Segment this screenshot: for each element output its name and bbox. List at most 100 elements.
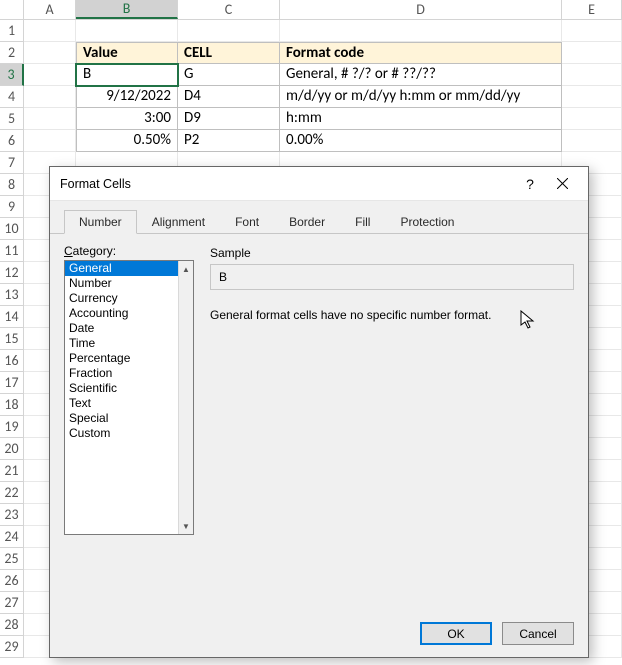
row-header-15[interactable]: 15 <box>0 328 24 350</box>
category-item-time[interactable]: Time <box>65 336 178 351</box>
close-button[interactable] <box>546 172 578 196</box>
dialog-title: Format Cells <box>60 177 514 191</box>
tab-font[interactable]: Font <box>220 210 274 234</box>
cell-D6[interactable]: 0.00% <box>280 130 562 152</box>
category-item-date[interactable]: Date <box>65 321 178 336</box>
cell-C5[interactable]: D9 <box>178 108 280 130</box>
cell-B5[interactable]: 3:00 <box>76 108 178 130</box>
category-column: Category: GeneralNumberCurrencyAccountin… <box>64 244 194 607</box>
category-item-general[interactable]: General <box>65 261 178 276</box>
row-header-20[interactable]: 20 <box>0 438 24 460</box>
cell-D2[interactable]: Format code <box>280 42 562 64</box>
row-header-17[interactable]: 17 <box>0 372 24 394</box>
cell-E6[interactable] <box>562 130 622 152</box>
col-header-B[interactable]: B <box>76 0 178 19</box>
cell-C2[interactable]: CELL <box>178 42 280 64</box>
cell-D3[interactable]: General, # ?/? or # ??/?? <box>280 64 562 86</box>
category-item-currency[interactable]: Currency <box>65 291 178 306</box>
listbox-scrollbar[interactable]: ▲ ▼ <box>178 261 193 534</box>
help-button[interactable]: ? <box>514 172 546 196</box>
category-item-text[interactable]: Text <box>65 396 178 411</box>
row-header-9[interactable]: 9 <box>0 196 24 218</box>
details-column: Sample B General format cells have no sp… <box>210 244 574 607</box>
row-header-18[interactable]: 18 <box>0 394 24 416</box>
scroll-down-icon[interactable]: ▼ <box>179 518 193 534</box>
category-item-custom[interactable]: Custom <box>65 426 178 441</box>
category-item-fraction[interactable]: Fraction <box>65 366 178 381</box>
cell-A2[interactable] <box>24 42 76 64</box>
cell-A5[interactable] <box>24 108 76 130</box>
dialog-footer: OK Cancel <box>420 622 574 645</box>
col-header-E[interactable]: E <box>562 0 622 19</box>
sample-value: B <box>219 270 227 284</box>
row-header-16[interactable]: 16 <box>0 350 24 372</box>
row-header-6[interactable]: 6 <box>0 130 24 152</box>
cell-C4[interactable]: D4 <box>178 86 280 108</box>
row-header-21[interactable]: 21 <box>0 460 24 482</box>
row-header-11[interactable]: 11 <box>0 240 24 262</box>
cell-C3[interactable]: G <box>178 64 280 86</box>
tab-border[interactable]: Border <box>274 210 340 234</box>
row-header-27[interactable]: 27 <box>0 592 24 614</box>
tab-protection[interactable]: Protection <box>385 210 469 234</box>
row-header-10[interactable]: 10 <box>0 218 24 240</box>
cell-E2[interactable] <box>562 42 622 64</box>
cell-E3[interactable] <box>562 64 622 86</box>
cell-A4[interactable] <box>24 86 76 108</box>
col-header-A[interactable]: A <box>24 0 76 19</box>
row-header-23[interactable]: 23 <box>0 504 24 526</box>
row-header-12[interactable]: 12 <box>0 262 24 284</box>
category-item-percentage[interactable]: Percentage <box>65 351 178 366</box>
format-cells-dialog: Format Cells ? NumberAlignmentFontBorder… <box>49 166 589 658</box>
row-header-13[interactable]: 13 <box>0 284 24 306</box>
cell-A1[interactable] <box>24 20 76 42</box>
row-header-26[interactable]: 26 <box>0 570 24 592</box>
col-header-C[interactable]: C <box>178 0 280 19</box>
scroll-up-icon[interactable]: ▲ <box>179 261 193 277</box>
row-header-29[interactable]: 29 <box>0 636 24 658</box>
cell-E5[interactable] <box>562 108 622 130</box>
row-header-5[interactable]: 5 <box>0 108 24 130</box>
category-listbox[interactable]: GeneralNumberCurrencyAccountingDateTimeP… <box>64 260 194 535</box>
cell-A3[interactable] <box>24 64 76 86</box>
cell-B6[interactable]: 0.50% <box>76 130 178 152</box>
cell-C1[interactable] <box>178 20 280 42</box>
select-all-corner[interactable] <box>0 0 24 19</box>
row-header-7[interactable]: 7 <box>0 152 24 174</box>
category-item-number[interactable]: Number <box>65 276 178 291</box>
tab-number[interactable]: Number <box>64 210 137 234</box>
cell-D5[interactable]: h:mm <box>280 108 562 130</box>
cell-E1[interactable] <box>562 20 622 42</box>
row-header-24[interactable]: 24 <box>0 526 24 548</box>
tab-fill[interactable]: Fill <box>340 210 385 234</box>
cell-A6[interactable] <box>24 130 76 152</box>
cancel-button[interactable]: Cancel <box>502 622 574 645</box>
cell-B2[interactable]: Value <box>76 42 178 64</box>
cell-D4[interactable]: m/d/yy or m/d/yy h:mm or mm/dd/yy <box>280 86 562 108</box>
cell-D1[interactable] <box>280 20 562 42</box>
row-header-3[interactable]: 3 <box>0 64 24 86</box>
close-icon <box>557 178 568 189</box>
row-header-2[interactable]: 2 <box>0 42 24 64</box>
row-header-19[interactable]: 19 <box>0 416 24 438</box>
cell-B3[interactable]: B <box>76 64 178 86</box>
row-header-1[interactable]: 1 <box>0 20 24 42</box>
cell-B4[interactable]: 9/12/2022 <box>76 86 178 108</box>
row-header-28[interactable]: 28 <box>0 614 24 636</box>
category-item-scientific[interactable]: Scientific <box>65 381 178 396</box>
cell-E4[interactable] <box>562 86 622 108</box>
cell-C6[interactable]: P2 <box>178 130 280 152</box>
category-item-special[interactable]: Special <box>65 411 178 426</box>
dialog-titlebar[interactable]: Format Cells ? <box>50 167 588 201</box>
cell-B1[interactable] <box>76 20 178 42</box>
row-header-25[interactable]: 25 <box>0 548 24 570</box>
row-header-8[interactable]: 8 <box>0 174 24 196</box>
category-item-accounting[interactable]: Accounting <box>65 306 178 321</box>
col-header-D[interactable]: D <box>280 0 562 19</box>
ok-button[interactable]: OK <box>420 622 492 645</box>
sample-box: B <box>210 264 574 290</box>
row-header-22[interactable]: 22 <box>0 482 24 504</box>
row-header-14[interactable]: 14 <box>0 306 24 328</box>
tab-alignment[interactable]: Alignment <box>137 210 220 234</box>
row-header-4[interactable]: 4 <box>0 86 24 108</box>
